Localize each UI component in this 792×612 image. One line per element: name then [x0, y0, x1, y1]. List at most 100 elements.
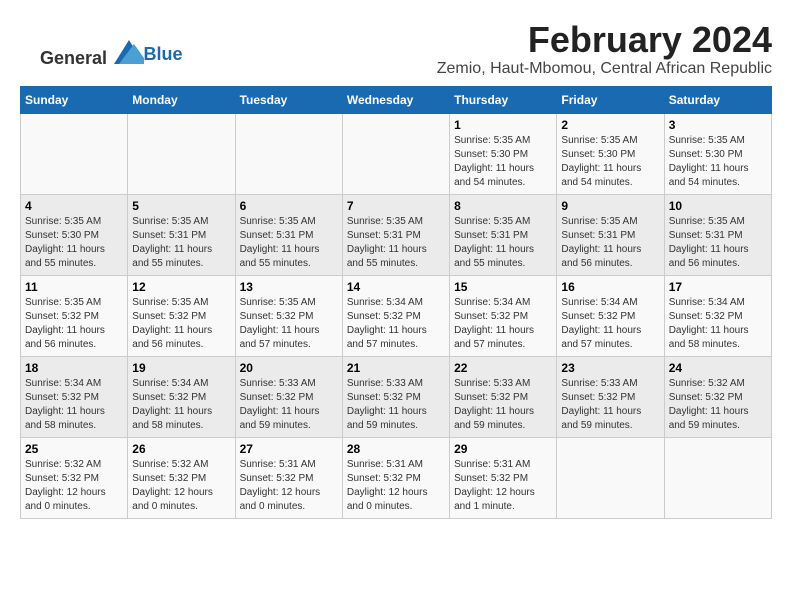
header-saturday: Saturday [664, 86, 771, 113]
table-row: 14 Sunrise: 5:34 AM Sunset: 5:32 PM Dayli… [342, 275, 449, 356]
day-info: Sunrise: 5:33 AM Sunset: 5:32 PM Dayligh… [454, 377, 552, 433]
calendar-week-row: 4 Sunrise: 5:35 AM Sunset: 5:30 PM Daylig… [21, 194, 772, 275]
day-info: Sunrise: 5:35 AM Sunset: 5:31 PM Dayligh… [240, 215, 338, 271]
day-info: Sunrise: 5:34 AM Sunset: 5:32 PM Dayligh… [454, 296, 552, 352]
header-monday: Monday [128, 86, 235, 113]
day-number: 15 [454, 280, 552, 294]
day-number: 9 [561, 199, 659, 213]
table-row: 21 Sunrise: 5:33 AM Sunset: 5:32 PM Dayli… [342, 356, 449, 437]
day-number: 12 [132, 280, 230, 294]
calendar-week-row: 18 Sunrise: 5:34 AM Sunset: 5:32 PM Dayli… [21, 356, 772, 437]
table-row: 15 Sunrise: 5:34 AM Sunset: 5:32 PM Dayli… [450, 275, 557, 356]
day-info: Sunrise: 5:35 AM Sunset: 5:30 PM Dayligh… [669, 134, 767, 190]
day-number: 10 [669, 199, 767, 213]
calendar-table: Sunday Monday Tuesday Wednesday Thursday… [20, 86, 772, 519]
day-number: 29 [454, 442, 552, 456]
day-info: Sunrise: 5:35 AM Sunset: 5:32 PM Dayligh… [132, 296, 230, 352]
day-number: 27 [240, 442, 338, 456]
day-number: 4 [25, 199, 123, 213]
day-number: 14 [347, 280, 445, 294]
day-info: Sunrise: 5:35 AM Sunset: 5:30 PM Dayligh… [561, 134, 659, 190]
day-info: Sunrise: 5:33 AM Sunset: 5:32 PM Dayligh… [240, 377, 338, 433]
table-row: 5 Sunrise: 5:35 AM Sunset: 5:31 PM Daylig… [128, 194, 235, 275]
table-row: 11 Sunrise: 5:35 AM Sunset: 5:32 PM Dayli… [21, 275, 128, 356]
table-row: 24 Sunrise: 5:32 AM Sunset: 5:32 PM Dayli… [664, 356, 771, 437]
day-number: 6 [240, 199, 338, 213]
table-row: 7 Sunrise: 5:35 AM Sunset: 5:31 PM Daylig… [342, 194, 449, 275]
table-row: 19Sunrise: 5:34 AM Sunset: 5:32 PM Dayli… [128, 356, 235, 437]
day-number: 17 [669, 280, 767, 294]
table-row: 28 Sunrise: 5:31 AM Sunset: 5:32 PM Dayli… [342, 437, 449, 518]
day-number: 3 [669, 118, 767, 132]
table-row: 3 Sunrise: 5:35 AM Sunset: 5:30 PM Daylig… [664, 113, 771, 194]
table-row [21, 113, 128, 194]
header-friday: Friday [557, 86, 664, 113]
table-row: 26 Sunrise: 5:32 AM Sunset: 5:32 PM Dayli… [128, 437, 235, 518]
table-row: 29 Sunrise: 5:31 AM Sunset: 5:32 PM Dayli… [450, 437, 557, 518]
day-number: 18 [25, 361, 123, 375]
day-info: Sunrise: 5:34 AM Sunset: 5:32 PM Dayligh… [347, 296, 445, 352]
table-row: 8 Sunrise: 5:35 AM Sunset: 5:31 PM Daylig… [450, 194, 557, 275]
table-row: 27Sunrise: 5:31 AM Sunset: 5:32 PM Dayli… [235, 437, 342, 518]
day-number: 7 [347, 199, 445, 213]
table-row [664, 437, 771, 518]
day-number: 26 [132, 442, 230, 456]
day-number: 2 [561, 118, 659, 132]
day-info: Sunrise: 5:33 AM Sunset: 5:32 PM Dayligh… [347, 377, 445, 433]
day-info: Sunrise: 5:34 AM Sunset: 5:32 PM Dayligh… [132, 377, 230, 433]
day-info: Sunrise: 5:35 AM Sunset: 5:31 PM Dayligh… [454, 215, 552, 271]
day-info: Sunrise: 5:31 AM Sunset: 5:32 PM Dayligh… [454, 458, 552, 514]
logo: General Blue [40, 40, 183, 69]
table-row [557, 437, 664, 518]
table-row [235, 113, 342, 194]
header-wednesday: Wednesday [342, 86, 449, 113]
day-number: 5 [132, 199, 230, 213]
day-number: 16 [561, 280, 659, 294]
header-sunday: Sunday [21, 86, 128, 113]
table-row: 4 Sunrise: 5:35 AM Sunset: 5:30 PM Daylig… [21, 194, 128, 275]
day-info: Sunrise: 5:35 AM Sunset: 5:31 PM Dayligh… [669, 215, 767, 271]
day-info: Sunrise: 5:32 AM Sunset: 5:32 PM Dayligh… [669, 377, 767, 433]
day-info: Sunrise: 5:35 AM Sunset: 5:32 PM Dayligh… [240, 296, 338, 352]
day-number: 22 [454, 361, 552, 375]
table-row: 2 Sunrise: 5:35 AM Sunset: 5:30 PM Daylig… [557, 113, 664, 194]
table-row: 1Sunrise: 5:35 AM Sunset: 5:30 PM Daylig… [450, 113, 557, 194]
calendar-week-row: 25 Sunrise: 5:32 AM Sunset: 5:32 PM Dayli… [21, 437, 772, 518]
table-row: 20 Sunrise: 5:33 AM Sunset: 5:32 PM Dayli… [235, 356, 342, 437]
table-row: 16 Sunrise: 5:34 AM Sunset: 5:32 PM Dayli… [557, 275, 664, 356]
table-row [342, 113, 449, 194]
day-info: Sunrise: 5:34 AM Sunset: 5:32 PM Dayligh… [561, 296, 659, 352]
day-info: Sunrise: 5:35 AM Sunset: 5:32 PM Dayligh… [25, 296, 123, 352]
table-row: 9Sunrise: 5:35 AM Sunset: 5:31 PM Daylig… [557, 194, 664, 275]
day-number: 23 [561, 361, 659, 375]
header-tuesday: Tuesday [235, 86, 342, 113]
day-info: Sunrise: 5:31 AM Sunset: 5:32 PM Dayligh… [347, 458, 445, 514]
day-number: 25 [25, 442, 123, 456]
day-info: Sunrise: 5:35 AM Sunset: 5:30 PM Dayligh… [25, 215, 123, 271]
logo-general: General [40, 48, 107, 68]
day-number: 21 [347, 361, 445, 375]
day-number: 11 [25, 280, 123, 294]
day-number: 8 [454, 199, 552, 213]
table-row: 10 Sunrise: 5:35 AM Sunset: 5:31 PM Dayli… [664, 194, 771, 275]
table-row: 6 Sunrise: 5:35 AM Sunset: 5:31 PM Daylig… [235, 194, 342, 275]
day-info: Sunrise: 5:34 AM Sunset: 5:32 PM Dayligh… [25, 377, 123, 433]
table-row: 23Sunrise: 5:33 AM Sunset: 5:32 PM Dayli… [557, 356, 664, 437]
day-number: 24 [669, 361, 767, 375]
table-row: 17 Sunrise: 5:34 AM Sunset: 5:32 PM Dayli… [664, 275, 771, 356]
day-info: Sunrise: 5:32 AM Sunset: 5:32 PM Dayligh… [25, 458, 123, 514]
logo-blue: Blue [144, 44, 183, 64]
calendar-week-row: 1Sunrise: 5:35 AM Sunset: 5:30 PM Daylig… [21, 113, 772, 194]
day-number: 20 [240, 361, 338, 375]
day-info: Sunrise: 5:32 AM Sunset: 5:32 PM Dayligh… [132, 458, 230, 514]
day-info: Sunrise: 5:35 AM Sunset: 5:31 PM Dayligh… [347, 215, 445, 271]
day-info: Sunrise: 5:34 AM Sunset: 5:32 PM Dayligh… [669, 296, 767, 352]
calendar-week-row: 11 Sunrise: 5:35 AM Sunset: 5:32 PM Dayli… [21, 275, 772, 356]
day-info: Sunrise: 5:35 AM Sunset: 5:31 PM Dayligh… [132, 215, 230, 271]
table-row [128, 113, 235, 194]
logo-icon [114, 40, 144, 64]
day-number: 28 [347, 442, 445, 456]
table-row: 12 Sunrise: 5:35 AM Sunset: 5:32 PM Dayli… [128, 275, 235, 356]
table-row: 13Sunrise: 5:35 AM Sunset: 5:32 PM Dayli… [235, 275, 342, 356]
weekday-header-row: Sunday Monday Tuesday Wednesday Thursday… [21, 86, 772, 113]
